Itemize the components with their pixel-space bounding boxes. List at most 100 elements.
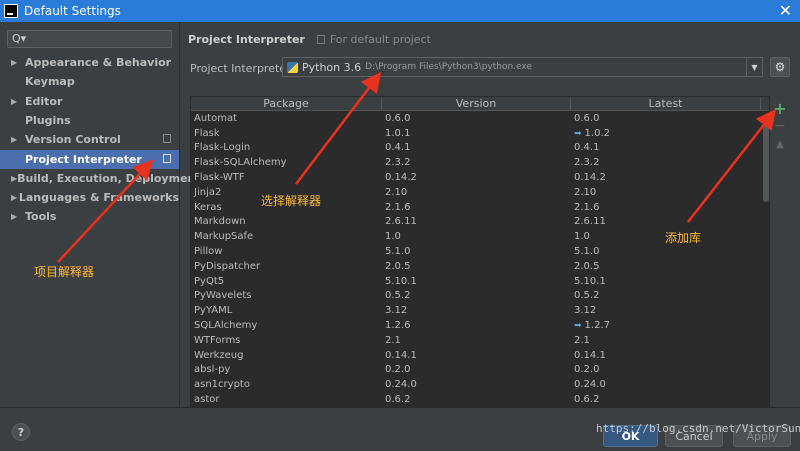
table-row[interactable]: astor 0.6.2 0.6.2 [191,392,769,406]
packages-table: Package Version Latest Automat 0.6.0 0.6.0… [190,96,770,407]
latest-version: 0.5.2 [574,290,600,302]
package-version: 0.14.2 [385,172,417,184]
python-icon [287,61,298,73]
sidebar-item-label: Tools [25,210,57,224]
remove-package-button[interactable]: − [773,117,787,135]
table-row[interactable]: Markdown 2.6.11 2.6.11 [191,215,769,230]
table-header: Package Version Latest [191,97,769,111]
chevron-right-icon[interactable]: ▶ [11,193,19,202]
table-row[interactable]: Pillow 5.1.0 5.1.0 [191,244,769,259]
latest-version: 2.6.11 [574,216,606,228]
package-version: 0.14.1 [385,349,417,361]
latest-version: 3.12 [574,305,597,317]
package-version: 0.2.0 [385,364,411,376]
package-name: Flask-Login [194,142,251,154]
annotation-sidebar: 项目解释器 [34,265,95,279]
sidebar-item-build-execution-deployment[interactable]: ▶ Build, Execution, Deployment [0,169,201,188]
package-latest: 2.1.6 [571,202,761,213]
table-row[interactable]: absl-py 0.2.0 0.2.0 [191,363,769,378]
package-version: 5.10.1 [385,275,417,287]
package-version: 0.5.2 [385,290,411,302]
add-package-button[interactable]: + [773,99,787,118]
column-header-package[interactable]: Package [191,97,382,110]
title-bar: Default Settings ✕ [0,0,800,22]
package-latest: 0.14.2 [571,172,761,183]
package-latest: 0.24.0 [571,379,761,390]
breadcrumb-scope: For default project [316,33,431,46]
package-name: Pillow [194,246,223,258]
table-row[interactable]: PyYAML 3.12 3.12 [191,303,769,318]
chevron-down-icon[interactable]: ▼ [746,58,762,76]
copy-icon [316,35,325,44]
table-row[interactable]: Werkzeug 0.14.1 0.14.1 [191,348,769,363]
sidebar-item-keymap[interactable]: Keymap [0,72,179,91]
upgrade-package-button[interactable]: ▲ [773,135,787,153]
column-header-latest[interactable]: Latest [571,97,761,110]
package-latest: 3.12 [571,305,761,316]
latest-version: 0.6.2 [574,394,600,406]
chevron-right-icon[interactable]: ▶ [11,135,25,144]
table-row[interactable]: Flask-WTF 0.14.2 0.14.2 [191,170,769,185]
chevron-right-icon[interactable]: ▶ [11,212,25,221]
table-row[interactable]: PyQt5 5.10.1 5.10.1 [191,274,769,289]
chevron-right-icon[interactable]: ▶ [11,97,25,106]
scrollbar-thumb[interactable] [763,124,769,202]
package-latest: 5.10.1 [571,276,761,287]
sidebar-item-project-interpreter[interactable]: Project Interpreter [0,149,179,169]
settings-sidebar: Q▾ ▶ Appearance & Behavior Keymap ▶ Editor Pl… [0,22,201,407]
search-input[interactable]: Q▾ [7,30,172,48]
sidebar-item-label: Languages & Frameworks [18,191,179,205]
table-row[interactable]: Flask-Login 0.4.1 0.4.1 [191,141,769,156]
package-actions: + − ▲ [773,99,787,153]
sidebar-item-label: Plugins [25,113,71,127]
latest-version: 1.0 [574,231,590,243]
sidebar-item-editor[interactable]: ▶ Editor [0,92,179,111]
sidebar-item-label: Appearance & Behavior [25,56,172,69]
interpreter-select[interactable]: Python 3.6 D:\Program Files\Python3\pyth… [282,57,763,77]
gear-icon[interactable]: ⚙ [770,57,790,77]
package-latest: 2.6.11 [571,216,761,227]
latest-version: 0.2.0 [574,364,600,376]
annotation-add: 添加库 [665,231,702,245]
table-row[interactable]: Automat 0.6.0 0.6.0 [191,111,769,126]
latest-version: 2.3.2 [574,157,600,169]
package-version: 0.24.0 [385,379,417,391]
sidebar-item-tools[interactable]: ▶ Tools [0,207,179,226]
package-latest: 0.4.1 [571,142,761,153]
latest-version: 2.1 [574,334,590,346]
table-row[interactable]: WTForms 2.1 2.1 [191,333,769,348]
table-row[interactable]: asn1crypto 0.24.0 0.24.0 [191,377,769,392]
sidebar-item-appearance-behavior[interactable]: ▶ Appearance & Behavior [0,53,179,72]
package-name: WTForms [194,334,241,346]
package-version: 2.1 [385,334,401,346]
table-body: Automat 0.6.0 0.6.0 Flask 1.0.1 ➡ 1.0.2 Flask-L… [191,111,769,406]
annotation-select: 选择解释器 [261,194,322,208]
latest-version: 2.1.6 [574,201,600,213]
sidebar-item-plugins[interactable]: Plugins [0,111,179,130]
latest-version: 0.14.1 [574,349,606,361]
table-row[interactable]: SQLAlchemy 1.2.6 ➡ 1.2.7 [191,318,769,333]
package-latest: 5.1.0 [571,246,761,257]
interpreter-path: D:\Program Files\Python3\python.exe [365,62,532,72]
package-version: 1.0.1 [385,127,411,139]
column-header-version[interactable]: Version [382,97,571,110]
package-name: SQLAlchemy [194,320,258,332]
package-version: 5.1.0 [385,246,411,258]
upgrade-arrow-icon: ➡ [574,128,582,139]
table-row[interactable]: PyDispatcher 2.0.5 2.0.5 [191,259,769,274]
chevron-right-icon[interactable]: ▶ [11,58,25,67]
table-row[interactable]: Flask 1.0.1 ➡ 1.0.2 [191,126,769,141]
interpreter-name: Python 3.6 [302,60,362,74]
package-latest: 0.5.2 [571,290,761,301]
help-button[interactable]: ? [12,423,30,441]
sidebar-item-label: Project Interpreter [25,152,142,166]
sidebar-item-version-control[interactable]: ▶ Version Control [0,130,179,149]
sidebar-item-languages-frameworks[interactable]: ▶ Languages & Frameworks [0,188,179,207]
latest-version: 5.10.1 [574,275,606,287]
page-title: Project Interpreter [188,33,305,46]
close-icon[interactable]: ✕ [779,2,792,20]
vertical-scrollbar[interactable] [763,112,769,406]
table-row[interactable]: PyWavelets 0.5.2 0.5.2 [191,289,769,304]
table-row[interactable]: Flask-SQLAlchemy 2.3.2 2.3.2 [191,155,769,170]
package-latest: 0.6.2 [571,394,761,405]
